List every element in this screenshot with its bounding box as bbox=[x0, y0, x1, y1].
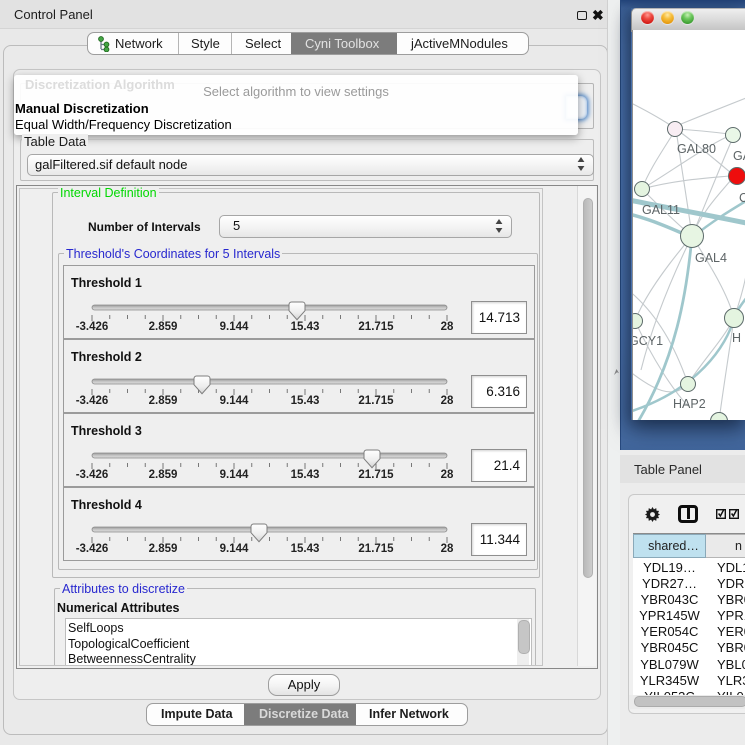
svg-text:GAL11: GAL11 bbox=[642, 203, 680, 217]
svg-text:GCY1: GCY1 bbox=[633, 334, 663, 348]
svg-text:H: H bbox=[732, 331, 741, 345]
svg-text:GAL80: GAL80 bbox=[677, 142, 716, 156]
svg-text:C: C bbox=[739, 191, 745, 205]
svg-text:GAL4: GAL4 bbox=[695, 251, 727, 265]
svg-text:GA: GA bbox=[733, 149, 745, 163]
svg-text:HAP2: HAP2 bbox=[673, 397, 706, 411]
